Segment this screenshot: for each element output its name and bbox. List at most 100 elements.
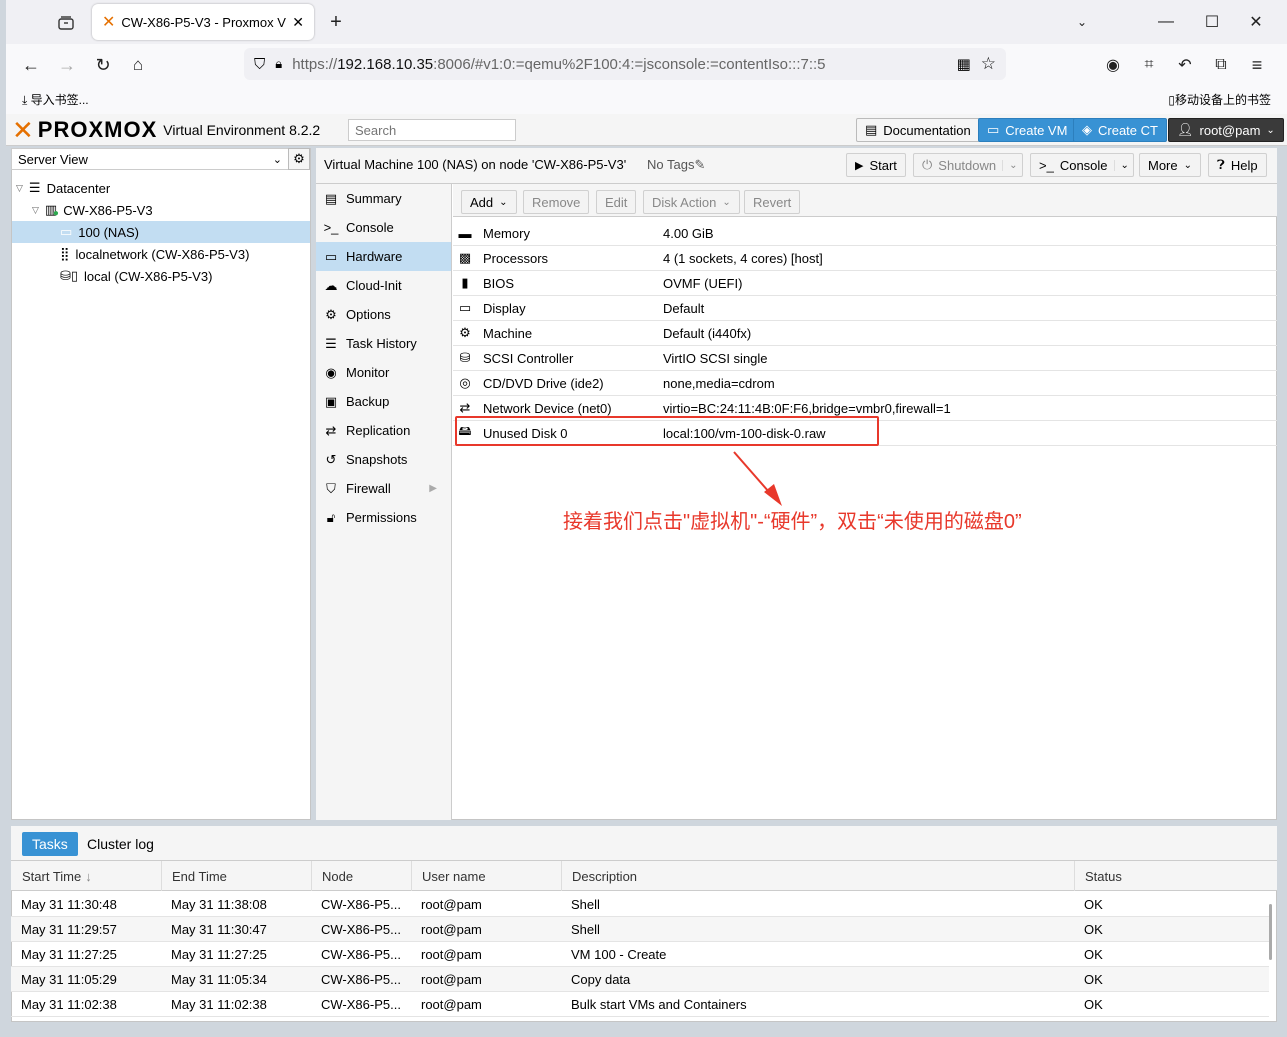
new-tab-icon[interactable]: +: [326, 11, 346, 33]
network-grid-icon: ⣿: [60, 246, 70, 261]
create-vm-button[interactable]: ▭ Create VM: [978, 118, 1077, 142]
hw-row-memory[interactable]: ▬ Memory 4.00 GiB: [453, 221, 1277, 246]
server-rack-icon: ☰: [28, 180, 41, 195]
screenshot-crop-icon[interactable]: ⌗: [1138, 54, 1160, 76]
more-button[interactable]: More ⌄: [1139, 153, 1202, 177]
hw-row-machine[interactable]: ⚙ Machine Default (i440fx): [453, 321, 1277, 346]
add-button[interactable]: Add ⌄: [461, 190, 517, 214]
task-tabs: [11, 826, 1277, 861]
browser-tab[interactable]: ✕ CW-X86-P5-V3 - Proxmox Vi ✕: [92, 4, 314, 40]
collapse-arrow-icon[interactable]: ▽: [32, 205, 39, 216]
chevron-down-icon: ⌄: [722, 196, 731, 208]
nav-options[interactable]: ⚙ Options: [316, 300, 451, 329]
disk-action-button[interactable]: Disk Action ⌄: [643, 190, 740, 214]
tab-list-chevron-icon[interactable]: ⌄: [1072, 12, 1092, 32]
hw-row-processors[interactable]: ▩ Processors 4 (1 sockets, 4 cores) [host]: [453, 246, 1277, 271]
chevron-down-icon[interactable]: ⌄: [1002, 159, 1018, 171]
node-online-icon: ▥ ●: [44, 202, 59, 219]
documentation-button[interactable]: ▤ Documentation: [856, 118, 980, 142]
address-bar[interactable]: ⛉ 🔒︎ https://192.168.10.35:8006/#v1:0:=q…: [244, 48, 1006, 80]
view-selector[interactable]: Server View ⌄: [11, 148, 289, 170]
console-button[interactable]: >_ Console ⌄: [1030, 153, 1134, 177]
column-status[interactable]: Status: [1075, 861, 1269, 891]
chevron-down-icon: ⌄: [272, 153, 282, 166]
hw-row-scsi-controller[interactable]: ⛁ SCSI Controller VirtIO SCSI single: [453, 346, 1277, 371]
maximize-icon[interactable]: ☐: [1202, 12, 1222, 32]
column-description[interactable]: Description: [562, 861, 1075, 891]
nav-replication[interactable]: ⇄ Replication: [316, 416, 451, 445]
task-scrollbar[interactable]: [1269, 904, 1272, 960]
menu-icon[interactable]: ≡: [1246, 54, 1268, 76]
column-end-time[interactable]: End Time: [162, 861, 312, 891]
nav-cloud-init[interactable]: ☁ Cloud-Init: [316, 271, 451, 300]
collapse-arrow-icon[interactable]: ▽: [16, 183, 23, 194]
desktop-icon: ▭: [458, 300, 472, 315]
microchip-icon: ▮: [461, 275, 469, 290]
reload-icon[interactable]: ↻: [92, 54, 114, 76]
column-node[interactable]: Node: [312, 861, 412, 891]
tags-editor[interactable]: No Tags✎: [647, 157, 705, 173]
tree-item-node[interactable]: ▽ ▥ ● CW-X86-P5-V3: [12, 199, 310, 221]
chevron-down-icon: ⌄: [1266, 124, 1275, 136]
nav-task-history[interactable]: ☰ Task History: [316, 329, 451, 358]
nav-snapshots[interactable]: ↺ Snapshots: [316, 445, 451, 474]
nav-console[interactable]: >_ Console: [316, 213, 451, 242]
tree-item-localnetwork[interactable]: ⣿ localnetwork (CW-X86-P5-V3): [12, 243, 310, 265]
lock-icon[interactable]: 🔒︎: [275, 56, 282, 72]
qr-code-icon[interactable]: ▦: [957, 55, 971, 73]
tree-item-vm-100[interactable]: ▭ 100 (NAS): [12, 221, 310, 243]
nav-summary[interactable]: ▤ Summary: [316, 184, 451, 213]
url-text[interactable]: https://192.168.10.35:8006/#v1:0:=qemu%2…: [292, 56, 946, 73]
import-bookmarks-link[interactable]: ⤓ 导入书签...: [22, 91, 89, 108]
user-menu-button[interactable]: 👤︎ root@pam ⌄: [1168, 118, 1284, 142]
storage-icon: ⛁▯: [60, 268, 79, 283]
home-icon[interactable]: ⌂: [127, 54, 149, 76]
shutdown-button[interactable]: ⏻ Shutdown ⌄: [913, 153, 1023, 177]
start-button[interactable]: ▶ Start: [846, 153, 906, 177]
hw-row-cdrom[interactable]: ◎ CD/DVD Drive (ide2) none,media=cdrom: [453, 371, 1277, 396]
tab-close-icon[interactable]: ✕: [292, 14, 304, 31]
table-row[interactable]: May 31 11:27:25 May 31 11:27:25 CW-X86-P…: [11, 942, 1269, 967]
tab-tasks[interactable]: Tasks: [22, 832, 78, 856]
hw-row-bios[interactable]: ▮ BIOS OVMF (UEFI): [453, 271, 1277, 296]
help-button[interactable]: ❓︎ Help: [1208, 153, 1267, 177]
column-start-time[interactable]: Start Time ↓: [12, 861, 162, 891]
minimize-icon[interactable]: —: [1156, 12, 1176, 32]
tree-item-local-storage[interactable]: ⛁▯ local (CW-X86-P5-V3): [12, 265, 310, 287]
column-user-name[interactable]: User name: [412, 861, 562, 891]
expand-arrow-icon[interactable]: ▶: [429, 483, 437, 494]
exchange-icon: ⇄: [459, 400, 471, 415]
proxmox-x-icon: ✕: [12, 115, 34, 145]
nav-monitor[interactable]: ◉ Monitor: [316, 358, 451, 387]
nav-firewall[interactable]: ⛉ Firewall ▶: [316, 474, 451, 503]
table-row[interactable]: May 31 11:02:38 May 31 11:02:38 CW-X86-P…: [11, 992, 1269, 1017]
extensions-icon[interactable]: ⧉: [1210, 54, 1232, 76]
account-icon[interactable]: ◉: [1102, 54, 1124, 76]
table-row[interactable]: May 31 11:30:48 May 31 11:38:08 CW-X86-P…: [11, 892, 1269, 917]
annotation-arrow: [733, 451, 782, 506]
nav-permissions[interactable]: 🔓︎ Permissions: [316, 503, 451, 532]
back-arrow-icon[interactable]: ←: [20, 54, 42, 76]
create-ct-button[interactable]: ◈ Create CT: [1073, 118, 1167, 142]
pencil-icon[interactable]: ✎: [694, 157, 705, 172]
table-row[interactable]: May 31 11:05:29 May 31 11:05:34 CW-X86-P…: [11, 967, 1269, 992]
tree-settings-button[interactable]: ⚙: [288, 148, 310, 170]
bookmark-star-icon[interactable]: ☆: [981, 54, 996, 74]
nav-backup[interactable]: ▣ Backup: [316, 387, 451, 416]
tab-overview-icon[interactable]: [54, 12, 78, 34]
shield-icon[interactable]: ⛉: [254, 56, 265, 73]
table-row[interactable]: May 31 11:29:57 May 31 11:30:47 CW-X86-P…: [11, 917, 1269, 942]
undo-icon[interactable]: ↶: [1174, 54, 1196, 76]
tab-cluster-log[interactable]: Cluster log: [87, 832, 154, 856]
tree-item-datacenter[interactable]: ▽ ☰ Datacenter: [12, 177, 310, 199]
nav-hardware[interactable]: ▭ Hardware: [316, 242, 451, 271]
chevron-down-icon[interactable]: ⌄: [1113, 159, 1129, 171]
revert-button[interactable]: Revert: [744, 190, 801, 214]
edit-button[interactable]: Edit: [596, 190, 637, 214]
mobile-bookmarks-link[interactable]: ▯移动设备上的书签: [1168, 91, 1271, 108]
search-input[interactable]: [348, 119, 516, 141]
remove-button[interactable]: Remove: [523, 190, 590, 214]
window-close-icon[interactable]: ✕: [1246, 12, 1266, 32]
forward-arrow-icon[interactable]: →: [56, 54, 78, 76]
hw-row-display[interactable]: ▭ Display Default: [453, 296, 1277, 321]
